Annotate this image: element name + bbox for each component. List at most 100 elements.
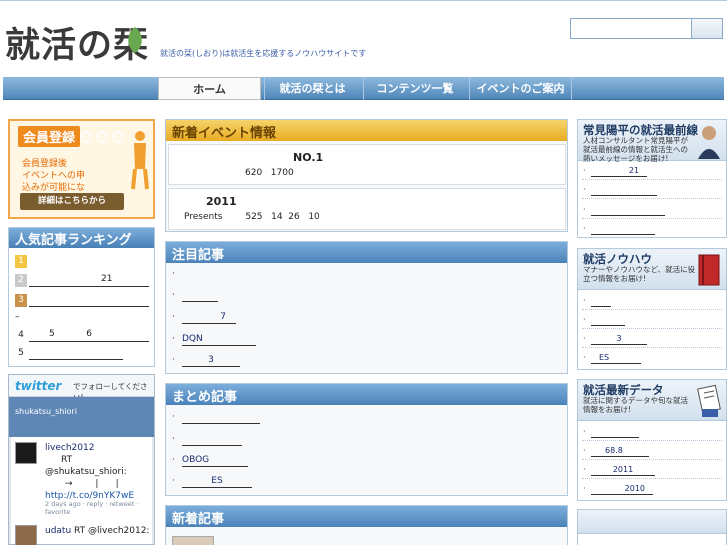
event-detail: 620 1700 bbox=[245, 168, 294, 178]
featured-item[interactable]: · bbox=[172, 269, 552, 282]
document-icon bbox=[697, 384, 721, 417]
event-item[interactable]: NO.1 620 1700 bbox=[168, 144, 566, 185]
right-box-item[interactable]: · bbox=[583, 185, 715, 197]
flower-decoration-icon bbox=[80, 131, 124, 143]
ranking-item[interactable]: 4 5 6 bbox=[15, 329, 149, 343]
ranking-item[interactable]: 3 bbox=[15, 294, 149, 308]
article-thumbnail[interactable] bbox=[172, 536, 214, 545]
search-button[interactable] bbox=[691, 18, 723, 39]
right-box-link[interactable]: 2010 bbox=[591, 484, 653, 495]
right-box-item[interactable]: · 3 bbox=[583, 334, 715, 346]
right-box-item[interactable]: · 2010 bbox=[583, 484, 715, 496]
right-box-link[interactable] bbox=[591, 185, 657, 196]
right-box-link[interactable] bbox=[591, 427, 639, 438]
ranking-item[interactable]: 2 21 bbox=[15, 274, 149, 288]
site-tagline: 就活の栞(しおり)は就活生を応援するノウハウサイトです bbox=[160, 49, 367, 58]
summary-item[interactable]: · bbox=[172, 412, 552, 425]
featured-item[interactable]: · DQN bbox=[172, 334, 552, 347]
right-box-knowhow: 就活ノウハウ マナーやノウハウなど、就活に役立つ情報をお届け! · · · 3 ·… bbox=[577, 248, 727, 370]
summary-item[interactable]: · ES bbox=[172, 476, 552, 489]
right-box-link[interactable]: 21 bbox=[591, 166, 647, 177]
rank-2-icon: 2 bbox=[15, 274, 27, 287]
summary-link[interactable]: ES bbox=[182, 476, 252, 488]
ranking-item-label: – bbox=[15, 312, 20, 322]
search-input[interactable] bbox=[570, 18, 692, 39]
tweet-avatar[interactable] bbox=[15, 525, 37, 545]
right-box-item[interactable]: · bbox=[583, 296, 715, 308]
person-figure-icon bbox=[131, 131, 149, 190]
summary-item[interactable]: · bbox=[172, 434, 552, 447]
twitter-header: twitter でフォローしてください! bbox=[9, 375, 154, 402]
rank-5-label: 5 bbox=[18, 348, 24, 358]
nav-about[interactable]: 就活の栞とは bbox=[264, 77, 360, 100]
featured-link[interactable]: 3 bbox=[182, 355, 240, 367]
right-box-link[interactable]: 2011 bbox=[591, 465, 655, 476]
divider bbox=[582, 218, 722, 219]
register-details-button[interactable]: 詳細はこちらから bbox=[20, 193, 124, 210]
right-box-link[interactable] bbox=[591, 205, 665, 216]
register-banner[interactable]: 会員登録 会員登録後 イベントへの申込みが可能になります。 詳細はこちらから bbox=[8, 119, 155, 219]
divider bbox=[582, 198, 722, 199]
divider bbox=[582, 478, 722, 479]
right-box-link[interactable] bbox=[591, 296, 611, 307]
right-box-item[interactable]: · bbox=[583, 315, 715, 327]
nav-contents[interactable]: コンテンツ一覧 bbox=[363, 77, 466, 100]
book-icon bbox=[698, 254, 720, 286]
twitter-widget: twitter でフォローしてください! shukatsu_shiori liv… bbox=[8, 374, 155, 545]
right-box-link[interactable] bbox=[591, 224, 655, 235]
ranking-item[interactable]: – bbox=[15, 312, 149, 326]
ranking-item[interactable]: 1 bbox=[15, 255, 149, 269]
divider bbox=[582, 347, 722, 348]
ranking-link-line bbox=[29, 286, 149, 287]
featured-item[interactable]: · bbox=[172, 290, 552, 303]
featured-link[interactable] bbox=[182, 290, 218, 302]
right-box-link[interactable]: 68.8 bbox=[591, 446, 649, 457]
event-headline: 2011 bbox=[206, 195, 237, 208]
right-box-header[interactable]: 常見陽平の就活最前線 人材コンサルタント常見陽平が就活最前線の情報と就活生への熱… bbox=[578, 120, 726, 163]
summary-item[interactable]: · OBOG bbox=[172, 455, 552, 468]
tweet-meta[interactable]: favorite bbox=[45, 508, 70, 516]
right-box-link[interactable]: 3 bbox=[591, 334, 647, 345]
divider bbox=[582, 309, 722, 310]
right-box-header[interactable]: 就活最新データ 就活に関するデータや旬な就活情報をお届け! bbox=[578, 380, 726, 421]
ranking-item[interactable]: 5 bbox=[15, 347, 149, 361]
right-box-item[interactable]: · bbox=[583, 205, 715, 217]
right-box-item[interactable]: · bbox=[583, 427, 715, 439]
divider bbox=[582, 440, 722, 441]
leaf-icon bbox=[128, 27, 142, 53]
right-box-header[interactable] bbox=[578, 510, 726, 534]
tweet-body: → | | bbox=[65, 479, 119, 489]
right-box-item[interactable]: · bbox=[583, 224, 715, 236]
nav-events[interactable]: イベントのご案内 bbox=[469, 77, 572, 100]
tweet: udatu RT @livech2012: bbox=[45, 525, 149, 537]
tweet-avatar[interactable] bbox=[15, 442, 37, 464]
summary-link[interactable] bbox=[182, 434, 242, 446]
ranking-link-line bbox=[29, 306, 149, 307]
tweet-author[interactable]: livech2012 bbox=[45, 443, 94, 453]
summary-link[interactable]: OBOG bbox=[182, 455, 248, 467]
right-box-link[interactable] bbox=[591, 315, 625, 326]
tweet-body: RT @shukatsu_shiori: bbox=[45, 455, 127, 477]
right-box-item[interactable]: · 68.8 bbox=[583, 446, 715, 458]
featured-link[interactable]: DQN bbox=[182, 334, 256, 346]
twitter-logo[interactable]: twitter bbox=[15, 379, 61, 393]
tweet-meta[interactable]: 2 days ago · reply · retweet · bbox=[45, 500, 138, 508]
featured-link[interactable]: 7 bbox=[182, 312, 236, 324]
ranking-box: 人気記事ランキング 1 2 21 3 – 4 5 6 5 bbox=[8, 227, 155, 367]
event-item[interactable]: 2011 Presents 525 14 26 10 bbox=[168, 188, 566, 230]
ranking-item-label: 21 bbox=[101, 274, 113, 284]
rank-3-icon: 3 bbox=[15, 294, 27, 307]
summary-link[interactable] bbox=[182, 412, 260, 424]
right-box-item[interactable]: · 21 bbox=[583, 166, 715, 178]
right-box-item[interactable]: · 2011 bbox=[583, 465, 715, 477]
divider bbox=[582, 179, 722, 180]
twitter-username[interactable]: shukatsu_shiori bbox=[15, 407, 77, 416]
right-box-item[interactable]: · ES bbox=[583, 353, 715, 365]
featured-item[interactable]: · 7 bbox=[172, 312, 552, 325]
tweet-author[interactable]: udatu bbox=[45, 526, 71, 536]
nav-home[interactable]: ホーム bbox=[158, 77, 261, 100]
right-box-link[interactable]: ES bbox=[591, 353, 641, 364]
register-title: 会員登録 bbox=[18, 126, 81, 147]
featured-item[interactable]: · 3 bbox=[172, 355, 552, 368]
right-box-header[interactable]: 就活ノウハウ マナーやノウハウなど、就活に役立つ情報をお届け! bbox=[578, 249, 726, 290]
